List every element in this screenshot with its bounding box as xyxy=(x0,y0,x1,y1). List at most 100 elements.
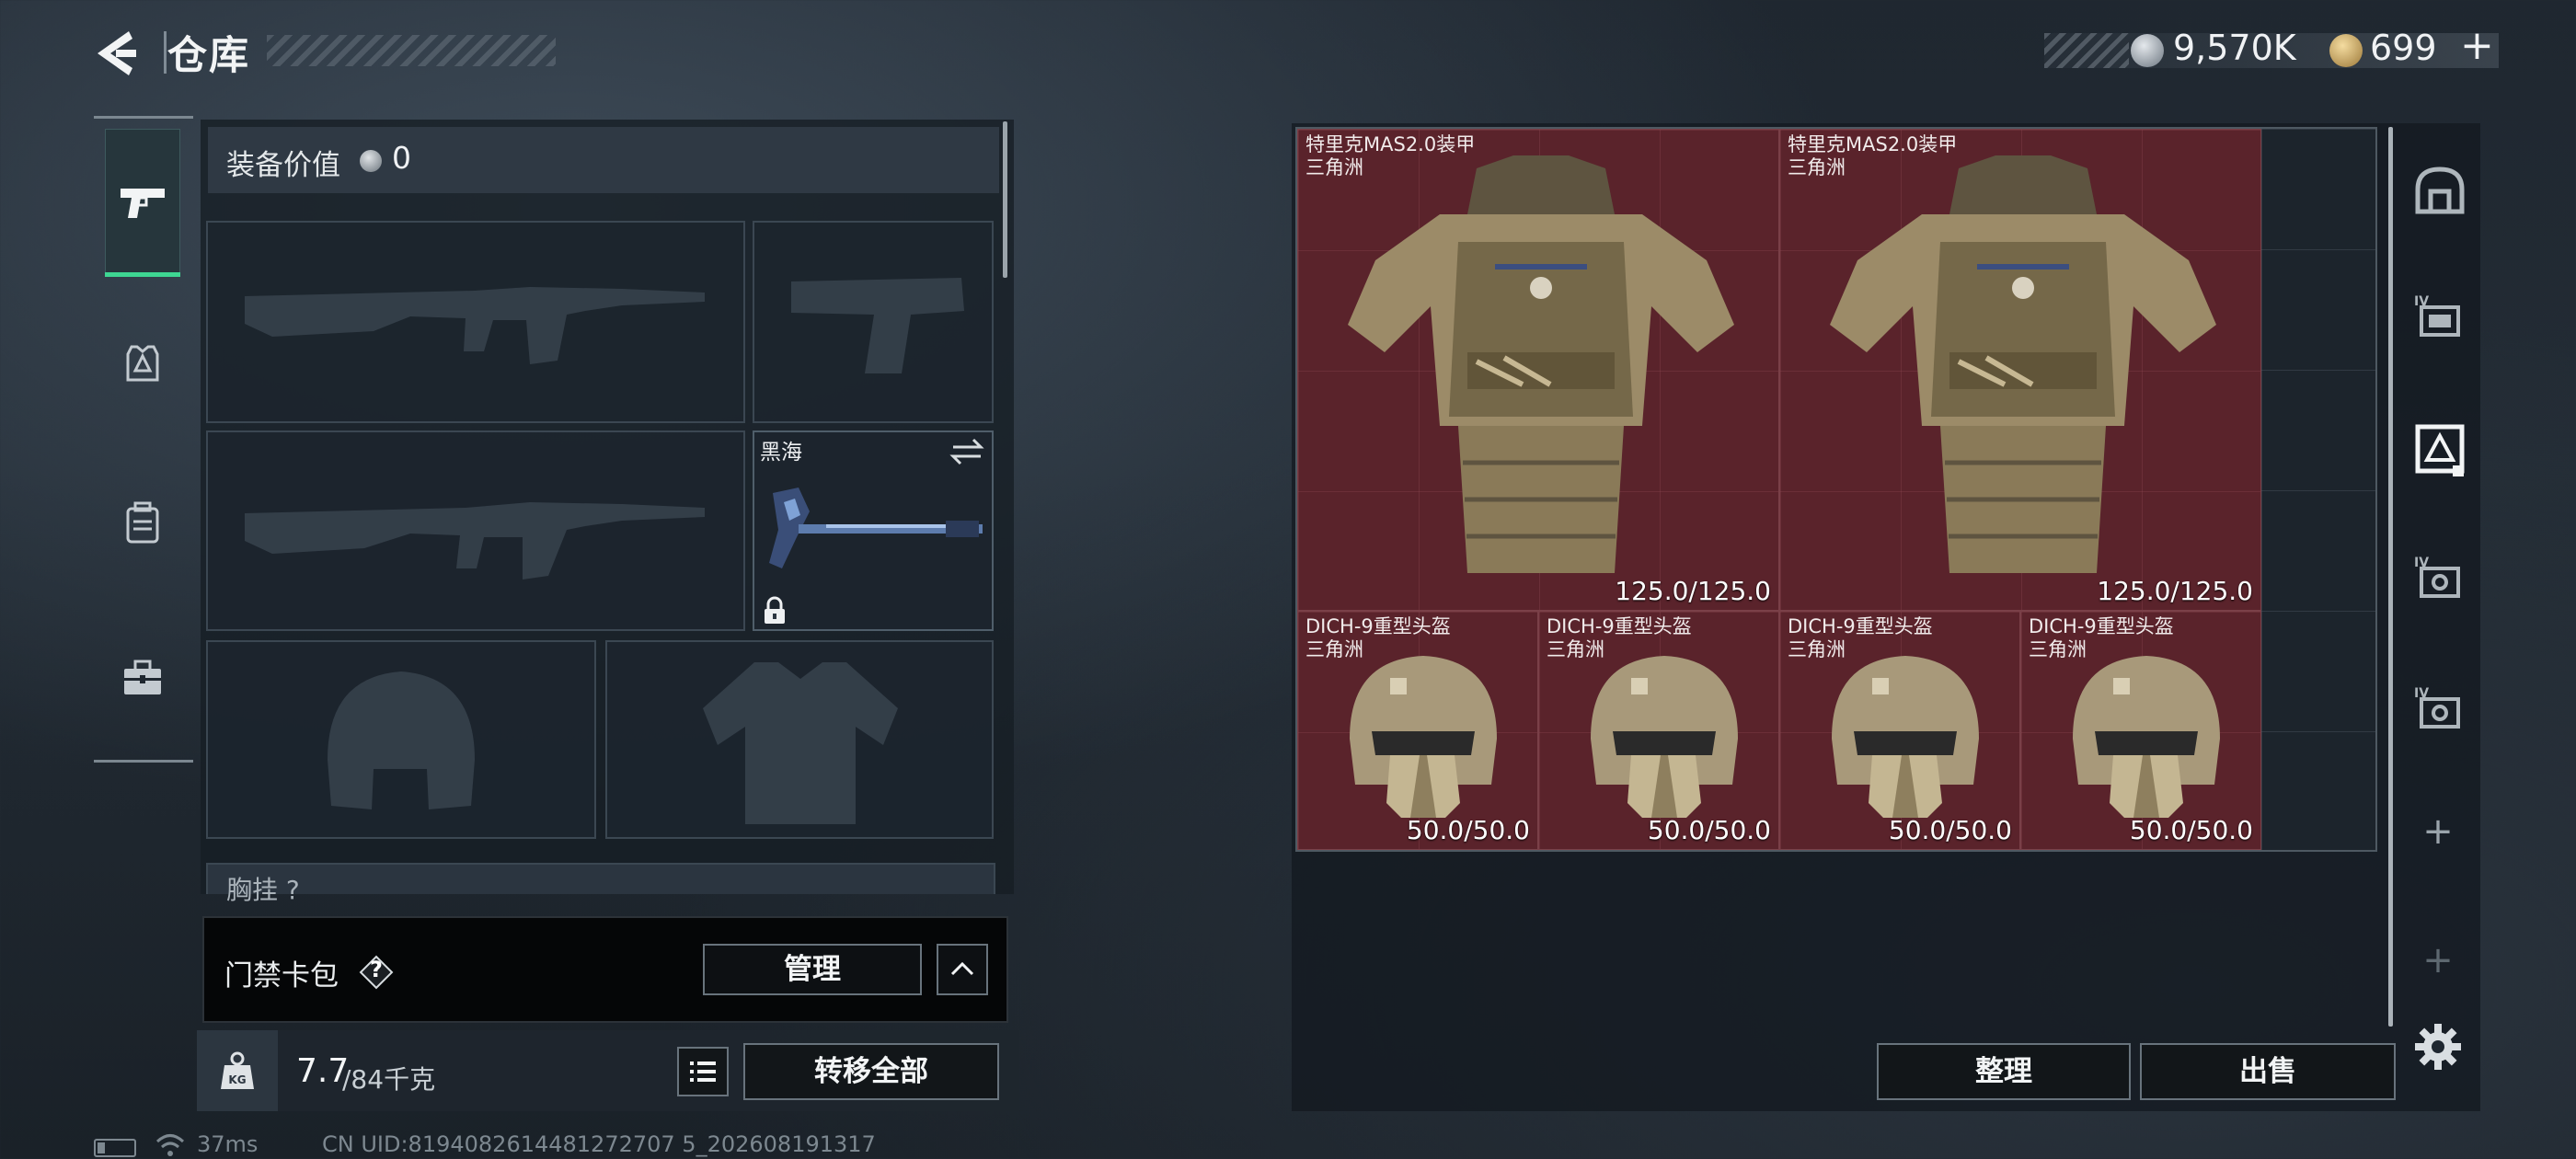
body-armor-image xyxy=(1348,155,1734,573)
list-view-button[interactable] xyxy=(677,1047,729,1096)
toolbox-icon xyxy=(124,660,161,694)
current-weight: 7.7 xyxy=(296,1052,350,1090)
title-divider xyxy=(164,31,167,74)
container-tab-active[interactable] xyxy=(2398,403,2480,495)
sort-button[interactable]: 整理 xyxy=(1877,1043,2131,1100)
active-tab-indicator xyxy=(105,272,180,277)
case-iv-icon: IV xyxy=(2414,294,2460,337)
item-tag: 三角洲 xyxy=(2029,638,2087,660)
currency-decoration xyxy=(2044,33,2129,68)
item-durability: 50.0/50.0 xyxy=(1647,815,1771,845)
back-button[interactable] xyxy=(90,26,145,81)
helmet-silhouette-icon xyxy=(328,671,475,809)
gold-balance: 699 xyxy=(2370,28,2437,68)
transfer-all-button[interactable]: 转移全部 xyxy=(743,1043,999,1100)
chest-rig-row[interactable] xyxy=(206,863,995,894)
armor-silhouette-icon xyxy=(703,662,898,824)
item-durability: 50.0/50.0 xyxy=(1406,815,1530,845)
container-tab-iv-1[interactable]: IV xyxy=(2398,272,2480,364)
helmet-slot[interactable] xyxy=(206,640,596,839)
ping-readout: 37ms xyxy=(197,1131,259,1157)
equipment-scrollbar[interactable] xyxy=(1003,121,1007,278)
add-container-button[interactable]: + xyxy=(2410,806,2466,861)
equipment-value: 0 xyxy=(392,140,411,176)
secondary-weapon-slot[interactable] xyxy=(206,430,745,631)
category-tab-weapons[interactable] xyxy=(105,129,180,276)
rifle-silhouette-icon xyxy=(245,502,705,580)
category-column-bottom-line xyxy=(94,760,193,763)
body-armor-image xyxy=(1830,155,2216,573)
item-tag: 三角洲 xyxy=(1788,638,1846,660)
silver-coin-icon xyxy=(2131,34,2164,67)
item-durability: 125.0/125.0 xyxy=(1615,576,1771,606)
item-tag: 三角洲 xyxy=(1547,638,1604,660)
body-armor-slot[interactable] xyxy=(605,640,994,839)
silver-coin-icon xyxy=(360,150,382,172)
chest-rig-label: 胸挂 ? xyxy=(226,875,300,905)
armor-icon xyxy=(126,345,159,382)
swap-melee-button[interactable] xyxy=(949,436,984,467)
pistol-slot[interactable] xyxy=(753,221,994,423)
case-iv-icon: IV xyxy=(2414,686,2460,729)
container-tab-stash[interactable] xyxy=(2398,147,2480,239)
item-name: DICH-9重型头盔 xyxy=(1788,615,1933,637)
weight-icon: KG xyxy=(197,1030,278,1111)
helmet-image xyxy=(1350,656,1497,818)
settings-button[interactable] xyxy=(2412,1021,2464,1073)
case-armor-icon xyxy=(2415,424,2465,476)
helmet-image xyxy=(2073,656,2220,818)
item-name: DICH-9重型头盔 xyxy=(1305,615,1451,637)
swap-arrows-icon xyxy=(949,438,984,465)
melee-weapon-name: 黑海 xyxy=(760,441,802,465)
back-arrow-icon xyxy=(98,31,136,75)
stash-item-helmet[interactable]: DICH-9重型头盔 三角洲 50.0/50.0 xyxy=(2020,611,2261,850)
stash-item-armor[interactable]: 特里克MAS2.0装甲 三角洲 125.0/125.0 xyxy=(1779,129,2261,611)
user-uid: CN UID:8194082614481272707 5_20260819131… xyxy=(322,1131,876,1157)
expand-keycard-button[interactable] xyxy=(937,944,988,995)
primary-weapon-slot[interactable] xyxy=(206,221,745,423)
help-mark: ? xyxy=(370,957,383,982)
gold-coin-icon xyxy=(2329,34,2363,67)
tactical-axe-image xyxy=(769,488,983,568)
keycard-case-label: 门禁卡包 xyxy=(224,959,339,993)
pistol-silhouette-icon xyxy=(791,278,964,373)
add-container-button-locked[interactable]: + xyxy=(2410,935,2466,990)
helmet-image xyxy=(1832,656,1979,818)
silver-balance: 9,570K xyxy=(2173,28,2296,68)
title-decoration xyxy=(267,35,556,66)
svg-text:KG: KG xyxy=(228,1073,246,1086)
category-tab-toolbox[interactable] xyxy=(105,629,180,730)
list-icon xyxy=(690,1061,716,1082)
stash-dome-icon xyxy=(2415,166,2465,214)
stash-item-armor[interactable]: 特里克MAS2.0装甲 三角洲 125.0/125.0 xyxy=(1297,129,1779,611)
item-durability: 125.0/125.0 xyxy=(2097,576,2253,606)
item-durability: 50.0/50.0 xyxy=(2129,815,2253,845)
keycard-help-button[interactable]: ? xyxy=(359,955,394,990)
item-name: DICH-9重型头盔 xyxy=(2029,615,2174,637)
container-tab-iv-2[interactable]: IV xyxy=(2398,534,2480,625)
item-name: DICH-9重型头盔 xyxy=(1547,615,1692,637)
container-tab-iv-3[interactable]: IV xyxy=(2398,664,2480,756)
category-tab-armor[interactable] xyxy=(105,313,180,414)
item-tag: 三角洲 xyxy=(1788,156,1846,178)
item-durability: 50.0/50.0 xyxy=(1888,815,2012,845)
sell-button[interactable]: 出售 xyxy=(2140,1043,2396,1100)
pistol-icon xyxy=(121,189,165,218)
helmet-image xyxy=(1591,656,1738,818)
item-tag: 三角洲 xyxy=(1305,638,1363,660)
stash-item-helmet[interactable]: DICH-9重型头盔 三角洲 50.0/50.0 xyxy=(1538,611,1779,850)
stash-item-helmet[interactable]: DICH-9重型头盔 三角洲 50.0/50.0 xyxy=(1779,611,2020,850)
case-iv-icon: IV xyxy=(2414,556,2460,598)
category-column-top-line xyxy=(94,116,193,119)
rifle-silhouette-icon xyxy=(245,287,705,364)
add-gold-button[interactable]: + xyxy=(2460,22,2494,69)
backpack-icon xyxy=(126,501,159,544)
item-name: 特里克MAS2.0装甲 xyxy=(1788,133,1958,155)
category-tab-backpack[interactable] xyxy=(105,471,180,572)
manage-keycards-button[interactable]: 管理 xyxy=(703,944,922,995)
stash-item-helmet[interactable]: DICH-9重型头盔 三角洲 50.0/50.0 xyxy=(1297,611,1538,850)
gear-icon xyxy=(2415,1024,2461,1070)
wifi-icon xyxy=(155,1131,186,1159)
stash-scrollbar[interactable] xyxy=(2388,127,2393,1027)
item-tag: 三角洲 xyxy=(1305,156,1363,178)
